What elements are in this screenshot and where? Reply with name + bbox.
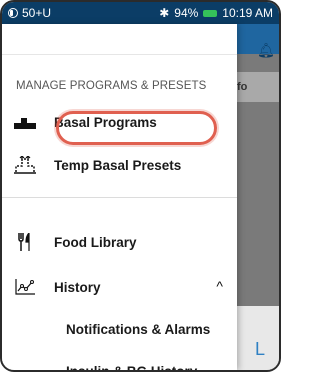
drawer-header	[2, 24, 237, 55]
section-heading: MANAGE PROGRAMS & PRESETS	[16, 80, 207, 92]
menu-item-history[interactable]: History ^	[2, 273, 237, 301]
device-frame: 50+U ✱ 94% 10:19 AM 🔔︎ fo L MANAGE PROGR…	[0, 0, 281, 372]
background-tab: fo	[233, 72, 279, 102]
pod-icon	[8, 8, 18, 18]
battery-icon	[203, 9, 218, 17]
menu-label-temp-basal-presets: Temp Basal Presets	[54, 157, 182, 173]
background-tab-text: fo	[237, 81, 248, 93]
submenu-insulin-bg-history[interactable]: Insulin & BG History	[66, 364, 197, 370]
menu-item-temp-basal-presets[interactable]: Temp Basal Presets	[2, 151, 237, 179]
callout-highlight	[56, 111, 217, 145]
background-footer: L	[233, 306, 279, 370]
navigation-drawer: MANAGE PROGRAMS & PRESETS Basal Programs…	[2, 24, 237, 370]
basal-program-icon	[14, 113, 36, 131]
pod-status-text: 50+U	[22, 6, 52, 20]
menu-label-food-library: Food Library	[54, 234, 137, 250]
status-bar: 50+U ✱ 94% 10:19 AM	[2, 2, 279, 24]
clock: 10:19 AM	[222, 6, 273, 20]
status-right: ✱ 94% 10:19 AM	[159, 6, 273, 20]
divider	[2, 197, 237, 198]
background-footer-text: L	[254, 339, 265, 359]
history-chart-icon	[14, 278, 36, 296]
bluetooth-icon: ✱	[159, 6, 170, 20]
menu-label-history: History	[54, 279, 101, 295]
fork-knife-icon	[14, 233, 36, 251]
temp-basal-icon	[14, 156, 36, 174]
bell-icon: 🔔︎	[257, 42, 275, 58]
chevron-up-icon[interactable]: ^	[216, 278, 223, 294]
pod-status: 50+U	[8, 6, 51, 20]
battery-percent: 94%	[174, 6, 199, 20]
menu-item-food-library[interactable]: Food Library	[2, 228, 237, 256]
submenu-notifications-alarms[interactable]: Notifications & Alarms	[66, 322, 210, 337]
